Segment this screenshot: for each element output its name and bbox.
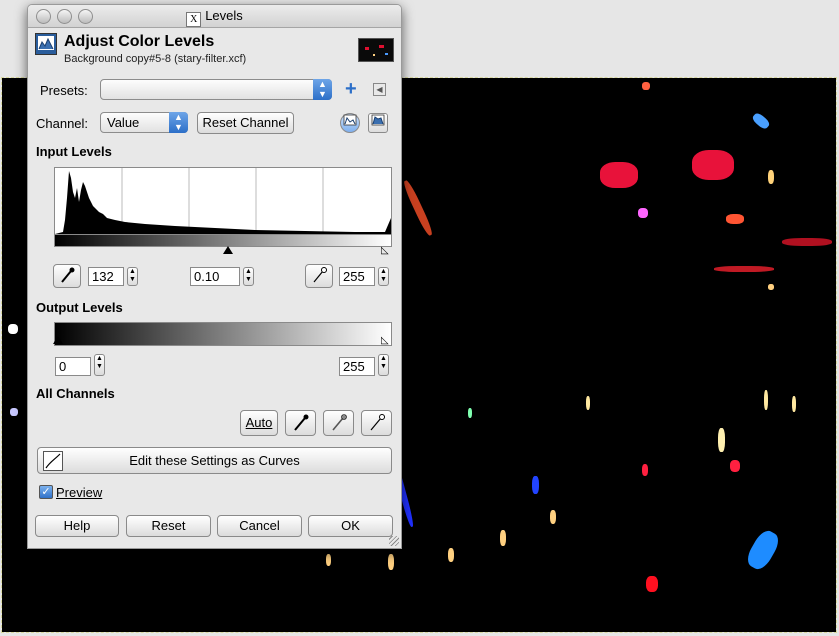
reset-button[interactable]: Reset [126,515,211,537]
input-levels-title: Input Levels [36,144,112,159]
curves-icon [43,451,63,471]
window-title: Levels [205,8,243,23]
car-light [326,554,331,566]
dialog-subtitle: Background copy#5-8 (stary-filter.xcf) [64,53,247,65]
presets-label: Presets: [40,83,88,98]
output-low-spinner[interactable]: ▲ ▼ [94,354,105,376]
chevron-updown-icon: ▲ ▼ [169,112,188,133]
ok-button[interactable]: OK [308,515,393,537]
x11-icon: X [186,12,202,27]
levels-dialog: X Levels Adjust Color Levels Background c… [27,4,402,549]
histogram[interactable] [54,167,392,235]
resize-grip[interactable] [389,536,399,546]
triangle-left-icon[interactable]: ◀ [373,83,386,96]
white-point-picker-icon[interactable] [305,264,333,288]
preview-checkbox[interactable]: ✓ [39,485,53,499]
plus-icon[interactable]: + [345,79,357,99]
levels-tool-icon [35,33,57,55]
car-light [792,396,796,412]
presets-combo[interactable]: ▲ ▼ [100,79,332,100]
city-light [642,82,650,90]
car-light [646,576,658,592]
preview-label: Preview [56,485,103,500]
city-light [586,396,590,410]
car-light [532,476,539,494]
linear-histogram-icon[interactable] [340,113,360,133]
input-high-field[interactable]: 255 [339,267,375,286]
city-light [782,238,832,246]
input-gamma-field[interactable]: 0.10 [190,267,240,286]
input-gamma-spinner[interactable]: ▲ ▼ [243,267,254,286]
channel-combo[interactable]: Value ▲ ▼ [100,112,188,133]
city-light [468,408,472,418]
input-high-spinner[interactable]: ▲ ▼ [378,267,389,286]
car-light [743,527,783,573]
city-light [726,214,744,224]
dialog-title: Adjust Color Levels [64,33,215,50]
car-light [730,460,740,472]
output-high-spinner[interactable]: ▲ ▼ [378,354,389,376]
city-light [401,179,435,237]
car-light [448,548,454,562]
reset-channel-button[interactable]: Reset Channel [197,112,294,134]
car-light [500,530,506,546]
chevron-updown-icon: ▲ ▼ [313,79,332,100]
car-light [718,428,725,452]
city-light [768,284,774,290]
channel-label: Channel: [36,116,89,131]
black-point-picker-icon[interactable] [285,410,316,436]
black-point-picker-icon[interactable] [53,264,81,288]
output-low-handle[interactable] [53,336,63,344]
all-channels-title: All Channels [36,386,115,401]
output-gradient [54,322,392,346]
input-gamma-handle[interactable] [223,246,233,254]
car-light [10,408,18,416]
auto-button[interactable]: Auto [240,410,278,436]
help-button[interactable]: Help [35,515,119,537]
edit-as-curves-label: Edit these Settings as Curves [129,453,300,468]
neon-sign [692,150,734,180]
edit-as-curves-button[interactable]: Edit these Settings as Curves [37,447,392,474]
car-light [8,324,18,334]
city-light [714,266,774,272]
car-light [388,554,394,570]
title-bar[interactable]: X Levels [28,5,401,28]
neon-sign [600,162,638,188]
gray-point-picker-icon[interactable] [323,410,354,436]
channel-value: Value [107,115,140,130]
log-histogram-icon[interactable] [368,113,388,133]
input-high-handle[interactable]: ◺ [381,245,389,256]
city-light [638,208,648,218]
output-high-field[interactable]: 255 [339,357,375,376]
image-thumbnail [358,38,394,62]
white-point-picker-icon[interactable] [361,410,392,436]
car-light [550,510,556,524]
output-levels-title: Output Levels [36,300,123,315]
city-light [768,170,774,184]
cancel-button[interactable]: Cancel [217,515,302,537]
car-light [642,464,648,476]
input-low-field[interactable]: 132 [88,267,124,286]
car-light [764,390,768,410]
neon-sign [750,111,772,131]
output-low-field[interactable]: 0 [55,357,91,376]
output-high-handle[interactable]: ◺ [381,335,389,346]
input-low-spinner[interactable]: ▲ ▼ [127,267,138,286]
